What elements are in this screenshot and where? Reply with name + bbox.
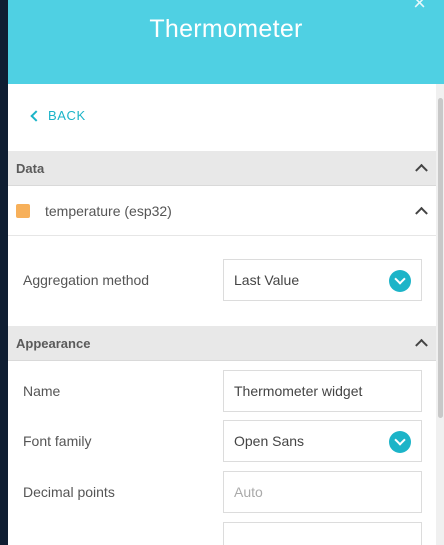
- back-label: BACK: [48, 108, 86, 123]
- name-value: Thermometer widget: [234, 383, 363, 399]
- data-source-item[interactable]: temperature (esp32): [8, 187, 436, 236]
- chevron-left-icon: [30, 109, 42, 122]
- data-section-title: Data: [16, 160, 45, 176]
- settings-panel: BACK Data temperature (esp32) Aggregatio…: [8, 84, 436, 545]
- appearance-section-header[interactable]: Appearance: [8, 326, 436, 361]
- name-input[interactable]: Thermometer widget: [223, 370, 422, 412]
- data-source-label: temperature (esp32): [45, 203, 172, 219]
- widget-header: Thermometer ×: [8, 0, 444, 84]
- chevron-down-icon[interactable]: [389, 270, 411, 292]
- name-label: Name: [23, 383, 61, 399]
- chevron-up-icon[interactable]: [415, 338, 428, 352]
- next-field[interactable]: [223, 522, 422, 545]
- scrollbar-thumb[interactable]: [438, 98, 443, 418]
- chevron-up-icon[interactable]: [415, 163, 428, 177]
- chevron-down-icon[interactable]: [389, 431, 411, 453]
- aggregation-label: Aggregation method: [23, 272, 150, 288]
- data-section-header[interactable]: Data: [8, 151, 436, 186]
- decimal-points-row: Decimal points Auto: [8, 471, 436, 515]
- aggregation-row: Aggregation method Last Value: [8, 259, 436, 303]
- color-swatch[interactable]: [16, 204, 30, 218]
- scrollbar[interactable]: [436, 84, 444, 545]
- aggregation-select[interactable]: Last Value: [223, 259, 422, 301]
- decimal-points-input[interactable]: Auto: [223, 471, 422, 513]
- close-icon[interactable]: ×: [413, 0, 426, 14]
- next-row: [8, 522, 436, 545]
- widget-title: Thermometer: [149, 15, 303, 43]
- name-row: Name Thermometer widget: [8, 370, 436, 414]
- appearance-section-title: Appearance: [16, 335, 91, 351]
- font-family-value: Open Sans: [234, 433, 305, 449]
- back-button[interactable]: BACK: [30, 108, 86, 123]
- font-family-row: Font family Open Sans: [8, 420, 436, 464]
- app-sidebar-edge: [0, 0, 8, 545]
- decimal-points-label: Decimal points: [23, 484, 115, 500]
- font-family-label: Font family: [23, 433, 92, 449]
- decimal-points-placeholder: Auto: [234, 484, 263, 500]
- chevron-up-icon[interactable]: [415, 206, 428, 220]
- font-family-select[interactable]: Open Sans: [223, 420, 422, 462]
- aggregation-value: Last Value: [234, 272, 300, 288]
